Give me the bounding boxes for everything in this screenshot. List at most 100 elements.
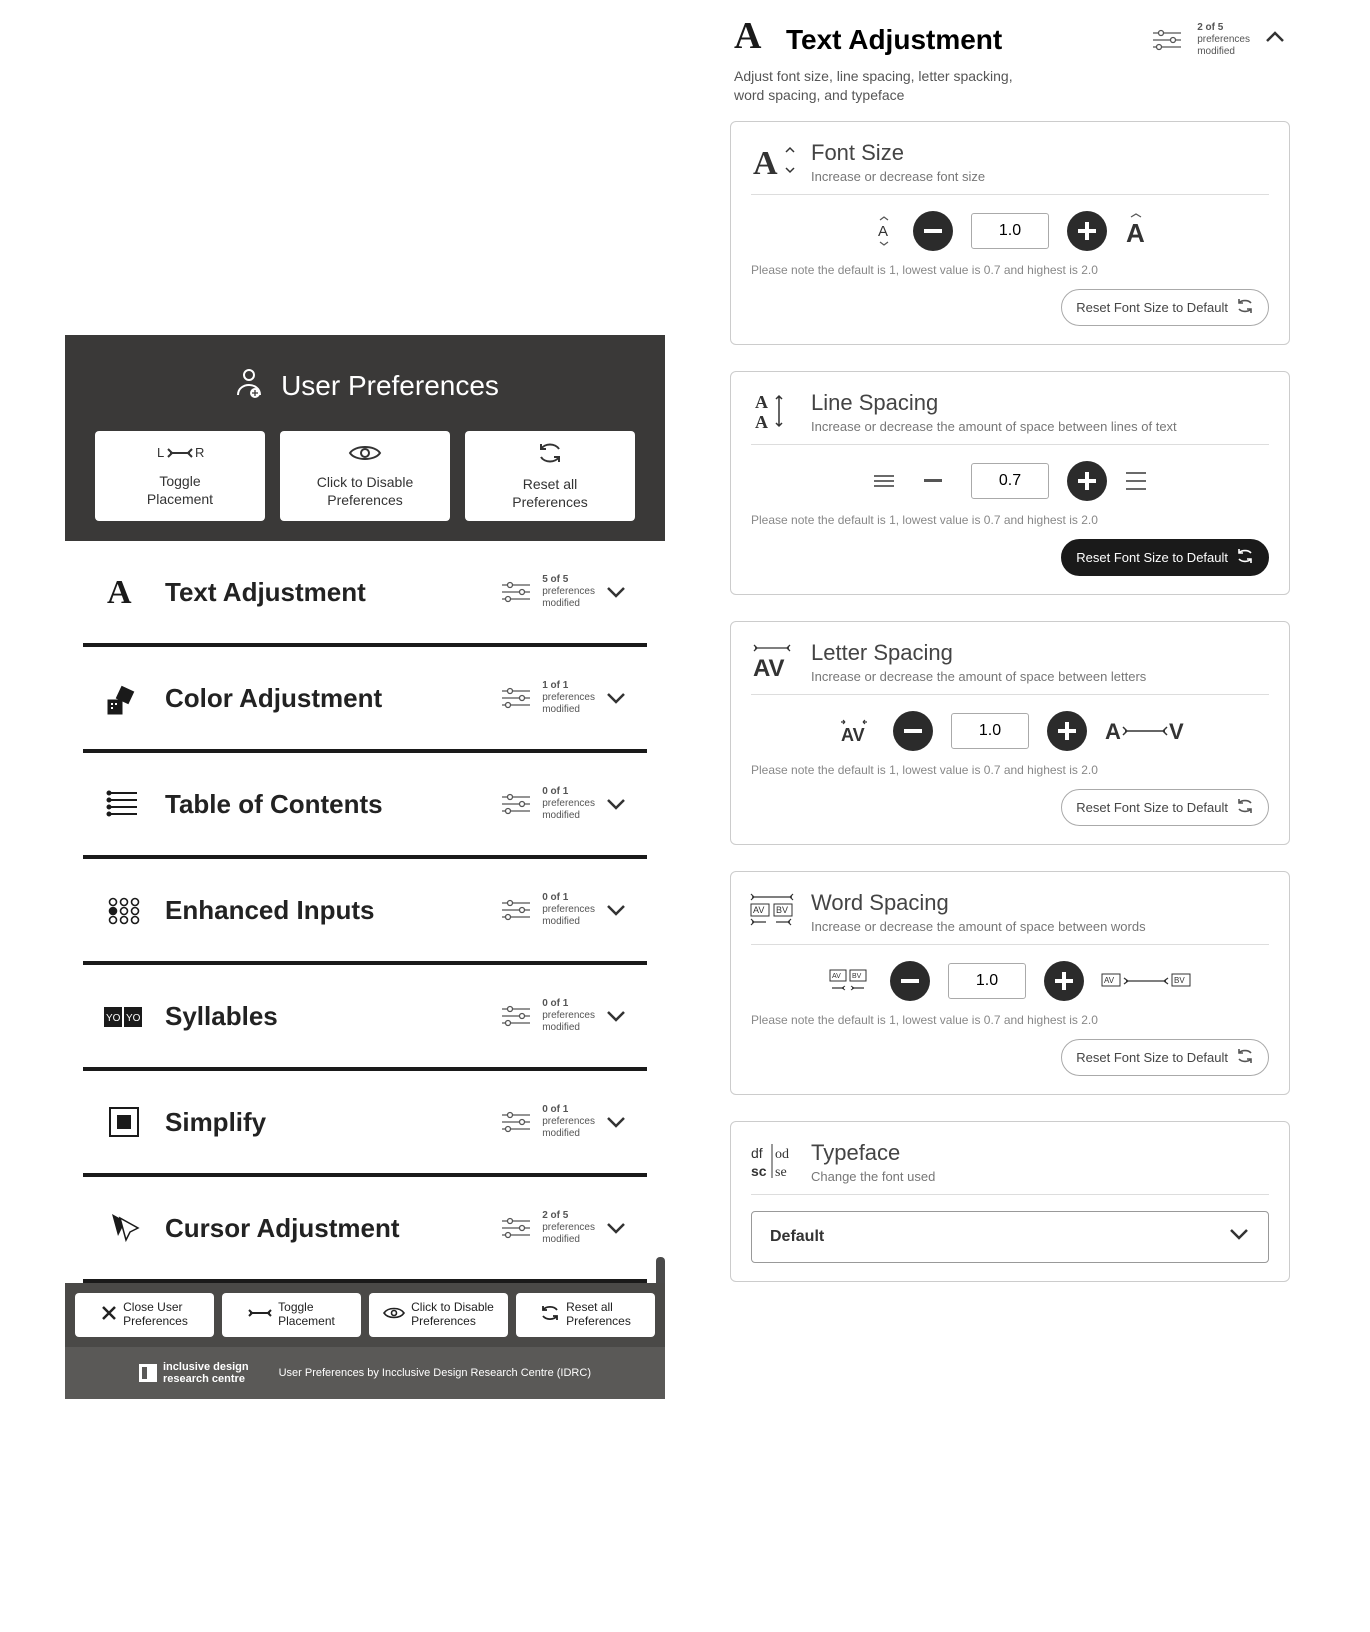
preferences-panel: User Preferences LR Toggle Placement Cli… bbox=[65, 335, 665, 1399]
card-title: Line Spacing bbox=[811, 390, 1177, 416]
list-item-text-adjustment[interactable]: A Text Adjustment 5 of 5preferences modi… bbox=[83, 541, 647, 647]
av-loose-icon: AV bbox=[1105, 720, 1185, 742]
svg-text:A: A bbox=[1126, 218, 1145, 248]
meta-count: 2 of 5 bbox=[1197, 22, 1250, 34]
meta-label: preferences modified bbox=[542, 1222, 595, 1246]
typeface-select[interactable]: Default bbox=[751, 1211, 1269, 1263]
scrollbar-thumb[interactable] bbox=[656, 1257, 665, 1283]
card-desc: Increase or decrease the amount of space… bbox=[811, 669, 1146, 684]
decrease-button[interactable] bbox=[913, 461, 953, 501]
card-title: Font Size bbox=[811, 140, 985, 166]
panel-list: A Text Adjustment 5 of 5preferences modi… bbox=[65, 541, 665, 1283]
item-meta: 2 of 5preferences modified bbox=[500, 1210, 627, 1246]
eye-icon bbox=[383, 1306, 405, 1324]
button-label: Close User Preferences bbox=[123, 1301, 188, 1329]
value-input[interactable] bbox=[971, 463, 1049, 499]
org-name: inclusive design research centre bbox=[163, 1361, 249, 1385]
reset-icon bbox=[540, 1305, 560, 1325]
list-item-table-of-contents[interactable]: Table of Contents 0 of 1preferences modi… bbox=[83, 753, 647, 859]
svg-text:A: A bbox=[753, 145, 778, 182]
reset-icon bbox=[1236, 1048, 1254, 1067]
meta-count: 0 of 1 bbox=[542, 892, 595, 904]
svg-text:L: L bbox=[157, 445, 164, 460]
reset-button[interactable]: Reset Font Size to Default bbox=[1061, 539, 1269, 576]
value-input[interactable] bbox=[951, 713, 1029, 749]
decrease-button[interactable] bbox=[890, 961, 930, 1001]
reset-button[interactable]: Reset Font Size to Default bbox=[1061, 289, 1269, 326]
svg-text:sc: sc bbox=[751, 1163, 767, 1179]
detail-panel: A Text Adjustment 2 of 5preferences modi… bbox=[730, 10, 1290, 1308]
letter-a-icon: A bbox=[103, 571, 145, 613]
button-label: Reset Font Size to Default bbox=[1076, 300, 1228, 315]
sliders-icon bbox=[500, 686, 532, 710]
svg-text:AV: AV bbox=[1104, 976, 1115, 985]
increase-button[interactable] bbox=[1067, 211, 1107, 251]
svg-text:A: A bbox=[1105, 719, 1121, 744]
sliders-icon bbox=[1151, 28, 1183, 52]
detail-header: A Text Adjustment 2 of 5preferences modi… bbox=[730, 10, 1290, 67]
svg-text:AV: AV bbox=[753, 655, 785, 682]
chevron-up-icon[interactable] bbox=[1264, 26, 1286, 53]
list-item-simplify[interactable]: Simplify 0 of 1preferences modified bbox=[83, 1071, 647, 1177]
reset-icon bbox=[536, 441, 564, 469]
decrease-button[interactable] bbox=[893, 711, 933, 751]
list-item-syllables[interactable]: YOYO Syllables 0 of 1preferences modifie… bbox=[83, 965, 647, 1071]
item-title: Cursor Adjustment bbox=[165, 1213, 480, 1244]
list-item-color-adjustment[interactable]: Color Adjustment 1 of 1preferences modif… bbox=[83, 647, 647, 753]
meta-label: preferences modified bbox=[542, 904, 595, 928]
svg-text:YO: YO bbox=[126, 1013, 141, 1024]
item-meta: 1 of 1preferences modified bbox=[500, 680, 627, 716]
decrease-button[interactable] bbox=[913, 211, 953, 251]
increase-button[interactable] bbox=[1047, 711, 1087, 751]
card-line-spacing: AA Line SpacingIncrease or decrease the … bbox=[730, 371, 1290, 595]
font-size-icon: A bbox=[751, 140, 795, 184]
sliders-icon bbox=[500, 1110, 532, 1134]
swap-icon bbox=[248, 1306, 272, 1324]
detail-subtitle: Adjust font size, line spacing, letter s… bbox=[730, 67, 1290, 121]
toggle-placement-footer-button[interactable]: Toggle Placement bbox=[222, 1293, 361, 1337]
item-meta: 5 of 5preferences modified bbox=[500, 574, 627, 610]
increase-button[interactable] bbox=[1067, 461, 1107, 501]
av-tight-icon: AV bbox=[835, 720, 875, 742]
disable-preferences-button[interactable]: Click to Disable Preferences bbox=[280, 431, 450, 521]
svg-text:YO: YO bbox=[106, 1013, 121, 1024]
svg-text:se: se bbox=[775, 1165, 787, 1180]
value-input[interactable] bbox=[971, 213, 1049, 249]
chevron-down-icon bbox=[605, 793, 627, 815]
toggle-placement-button[interactable]: LR Toggle Placement bbox=[95, 431, 265, 521]
meta-count: 2 of 5 bbox=[542, 1210, 595, 1222]
meta-count: 0 of 1 bbox=[542, 998, 595, 1010]
list-item-enhanced-inputs[interactable]: Enhanced Inputs 0 of 1preferences modifi… bbox=[83, 859, 647, 965]
svg-text:df: df bbox=[751, 1145, 763, 1161]
increase-button[interactable] bbox=[1044, 961, 1084, 1001]
meta-label: preferences modified bbox=[542, 1010, 595, 1034]
button-label: Reset all Preferences bbox=[512, 475, 587, 511]
svg-text:V: V bbox=[1169, 719, 1184, 744]
sliders-icon bbox=[500, 1216, 532, 1240]
svg-text:od: od bbox=[775, 1147, 789, 1162]
reset-icon bbox=[1236, 548, 1254, 567]
reset-preferences-footer-button[interactable]: Reset all Preferences bbox=[516, 1293, 655, 1337]
svg-text:A: A bbox=[107, 574, 132, 611]
button-label: Toggle Placement bbox=[147, 472, 213, 508]
close-panel-button[interactable]: Close User Preferences bbox=[75, 1293, 214, 1337]
item-title: Table of Contents bbox=[165, 789, 480, 820]
note-text: Please note the default is 1, lowest val… bbox=[751, 763, 1269, 777]
item-meta: 0 of 1preferences modified bbox=[500, 1104, 627, 1140]
words-tight-icon: AVBV bbox=[828, 970, 872, 992]
card-desc: Increase or decrease the amount of space… bbox=[811, 919, 1146, 934]
lines-tight-icon bbox=[873, 470, 895, 492]
letter-spacing-icon: AV bbox=[751, 640, 795, 684]
chevron-down-icon bbox=[605, 687, 627, 709]
select-value: Default bbox=[770, 1228, 824, 1246]
disable-preferences-footer-button[interactable]: Click to Disable Preferences bbox=[369, 1293, 508, 1337]
reset-button[interactable]: Reset Font Size to Default bbox=[1061, 789, 1269, 826]
reset-preferences-button[interactable]: Reset all Preferences bbox=[465, 431, 635, 521]
list-item-cursor-adjustment[interactable]: Cursor Adjustment 2 of 5preferences modi… bbox=[83, 1177, 647, 1283]
meta-label: preferences modified bbox=[542, 798, 595, 822]
reset-button[interactable]: Reset Font Size to Default bbox=[1061, 1039, 1269, 1076]
chevron-down-icon bbox=[605, 1005, 627, 1027]
value-input[interactable] bbox=[948, 963, 1026, 999]
item-meta: 0 of 1preferences modified bbox=[500, 998, 627, 1034]
reset-icon bbox=[1236, 798, 1254, 817]
